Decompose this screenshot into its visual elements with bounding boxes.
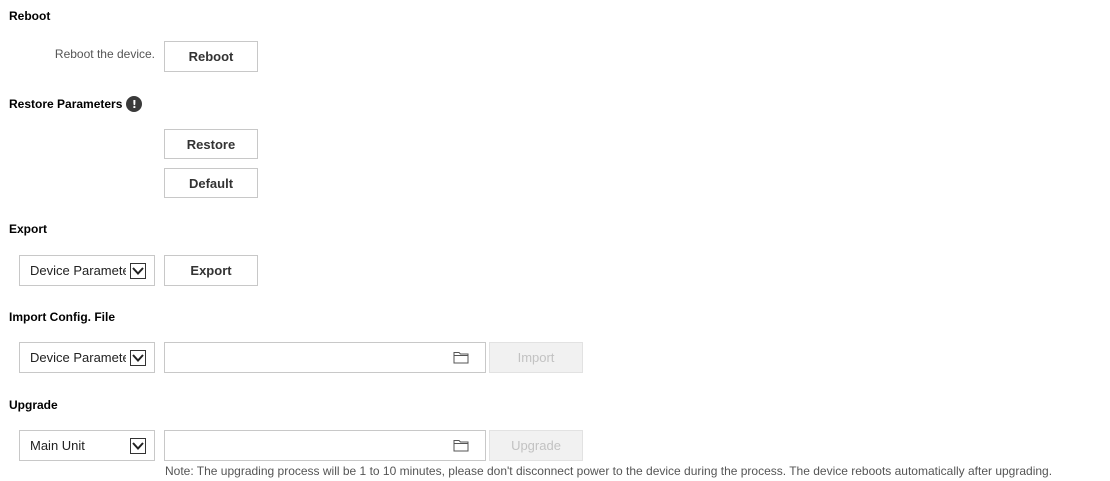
upgrade-type-select[interactable]: Main Unit xyxy=(19,430,155,461)
restore-section-header: Restore Parameters ! xyxy=(9,96,143,112)
upgrade-file-path-field[interactable] xyxy=(164,430,486,461)
upgrade-button[interactable]: Upgrade xyxy=(489,430,583,461)
restore-button[interactable]: Restore xyxy=(164,129,258,159)
import-type-value: Device Parameters xyxy=(30,350,126,365)
export-section-title: Export xyxy=(9,222,48,236)
export-type-value: Device Parameters xyxy=(30,263,126,278)
import-file-path-field[interactable] xyxy=(164,342,486,373)
exclamation-icon[interactable]: ! xyxy=(126,96,143,112)
chevron-down-icon[interactable] xyxy=(130,262,146,279)
reboot-button[interactable]: Reboot xyxy=(164,41,258,72)
upgrade-type-value: Main Unit xyxy=(30,438,85,453)
reboot-section-title: Reboot xyxy=(9,9,51,23)
upgrade-section-title: Upgrade xyxy=(9,398,58,412)
chevron-down-icon[interactable] xyxy=(130,437,146,454)
export-type-select[interactable]: Device Parameters xyxy=(19,255,155,286)
export-button[interactable]: Export xyxy=(164,255,258,286)
upgrade-note: Note: The upgrading process will be 1 to… xyxy=(165,464,1053,478)
chevron-down-icon[interactable] xyxy=(130,349,146,366)
import-section-title: Import Config. File xyxy=(9,310,115,324)
import-button[interactable]: Import xyxy=(489,342,583,373)
folder-icon[interactable] xyxy=(453,351,469,365)
reboot-description: Reboot the device. xyxy=(54,47,155,61)
folder-icon[interactable] xyxy=(453,439,469,453)
restore-section-title: Restore Parameters xyxy=(9,97,123,111)
import-type-select[interactable]: Device Parameters xyxy=(19,342,155,373)
default-button[interactable]: Default xyxy=(164,168,258,198)
